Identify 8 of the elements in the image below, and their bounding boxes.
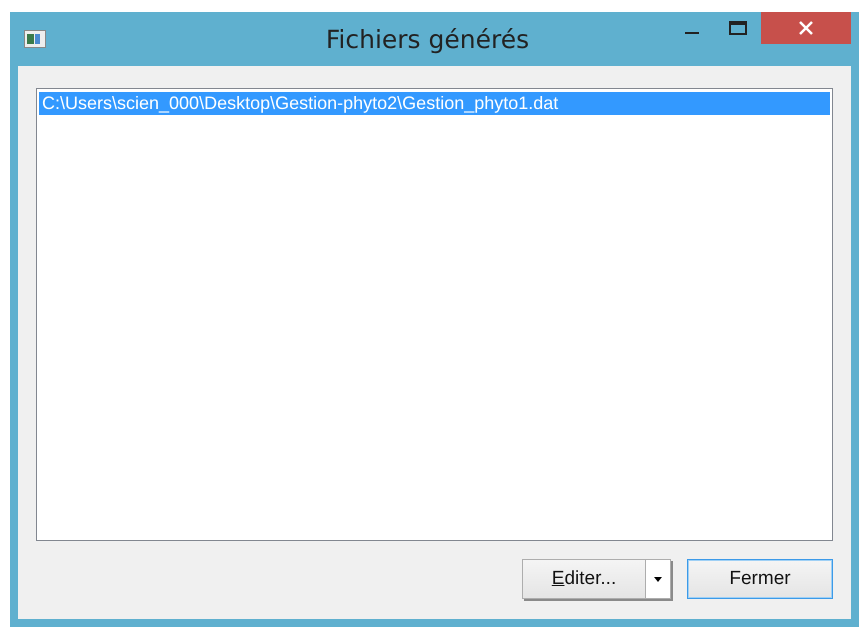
close-button[interactable] xyxy=(761,12,851,44)
edit-split-button[interactable]: Editer... xyxy=(522,559,671,599)
window-title: Fichiers générés xyxy=(324,24,530,54)
minimize-icon xyxy=(685,32,699,34)
close-icon xyxy=(799,21,813,35)
maximize-icon xyxy=(729,21,747,35)
close-dialog-button[interactable]: Fermer xyxy=(687,559,833,599)
window-icon xyxy=(24,30,46,48)
